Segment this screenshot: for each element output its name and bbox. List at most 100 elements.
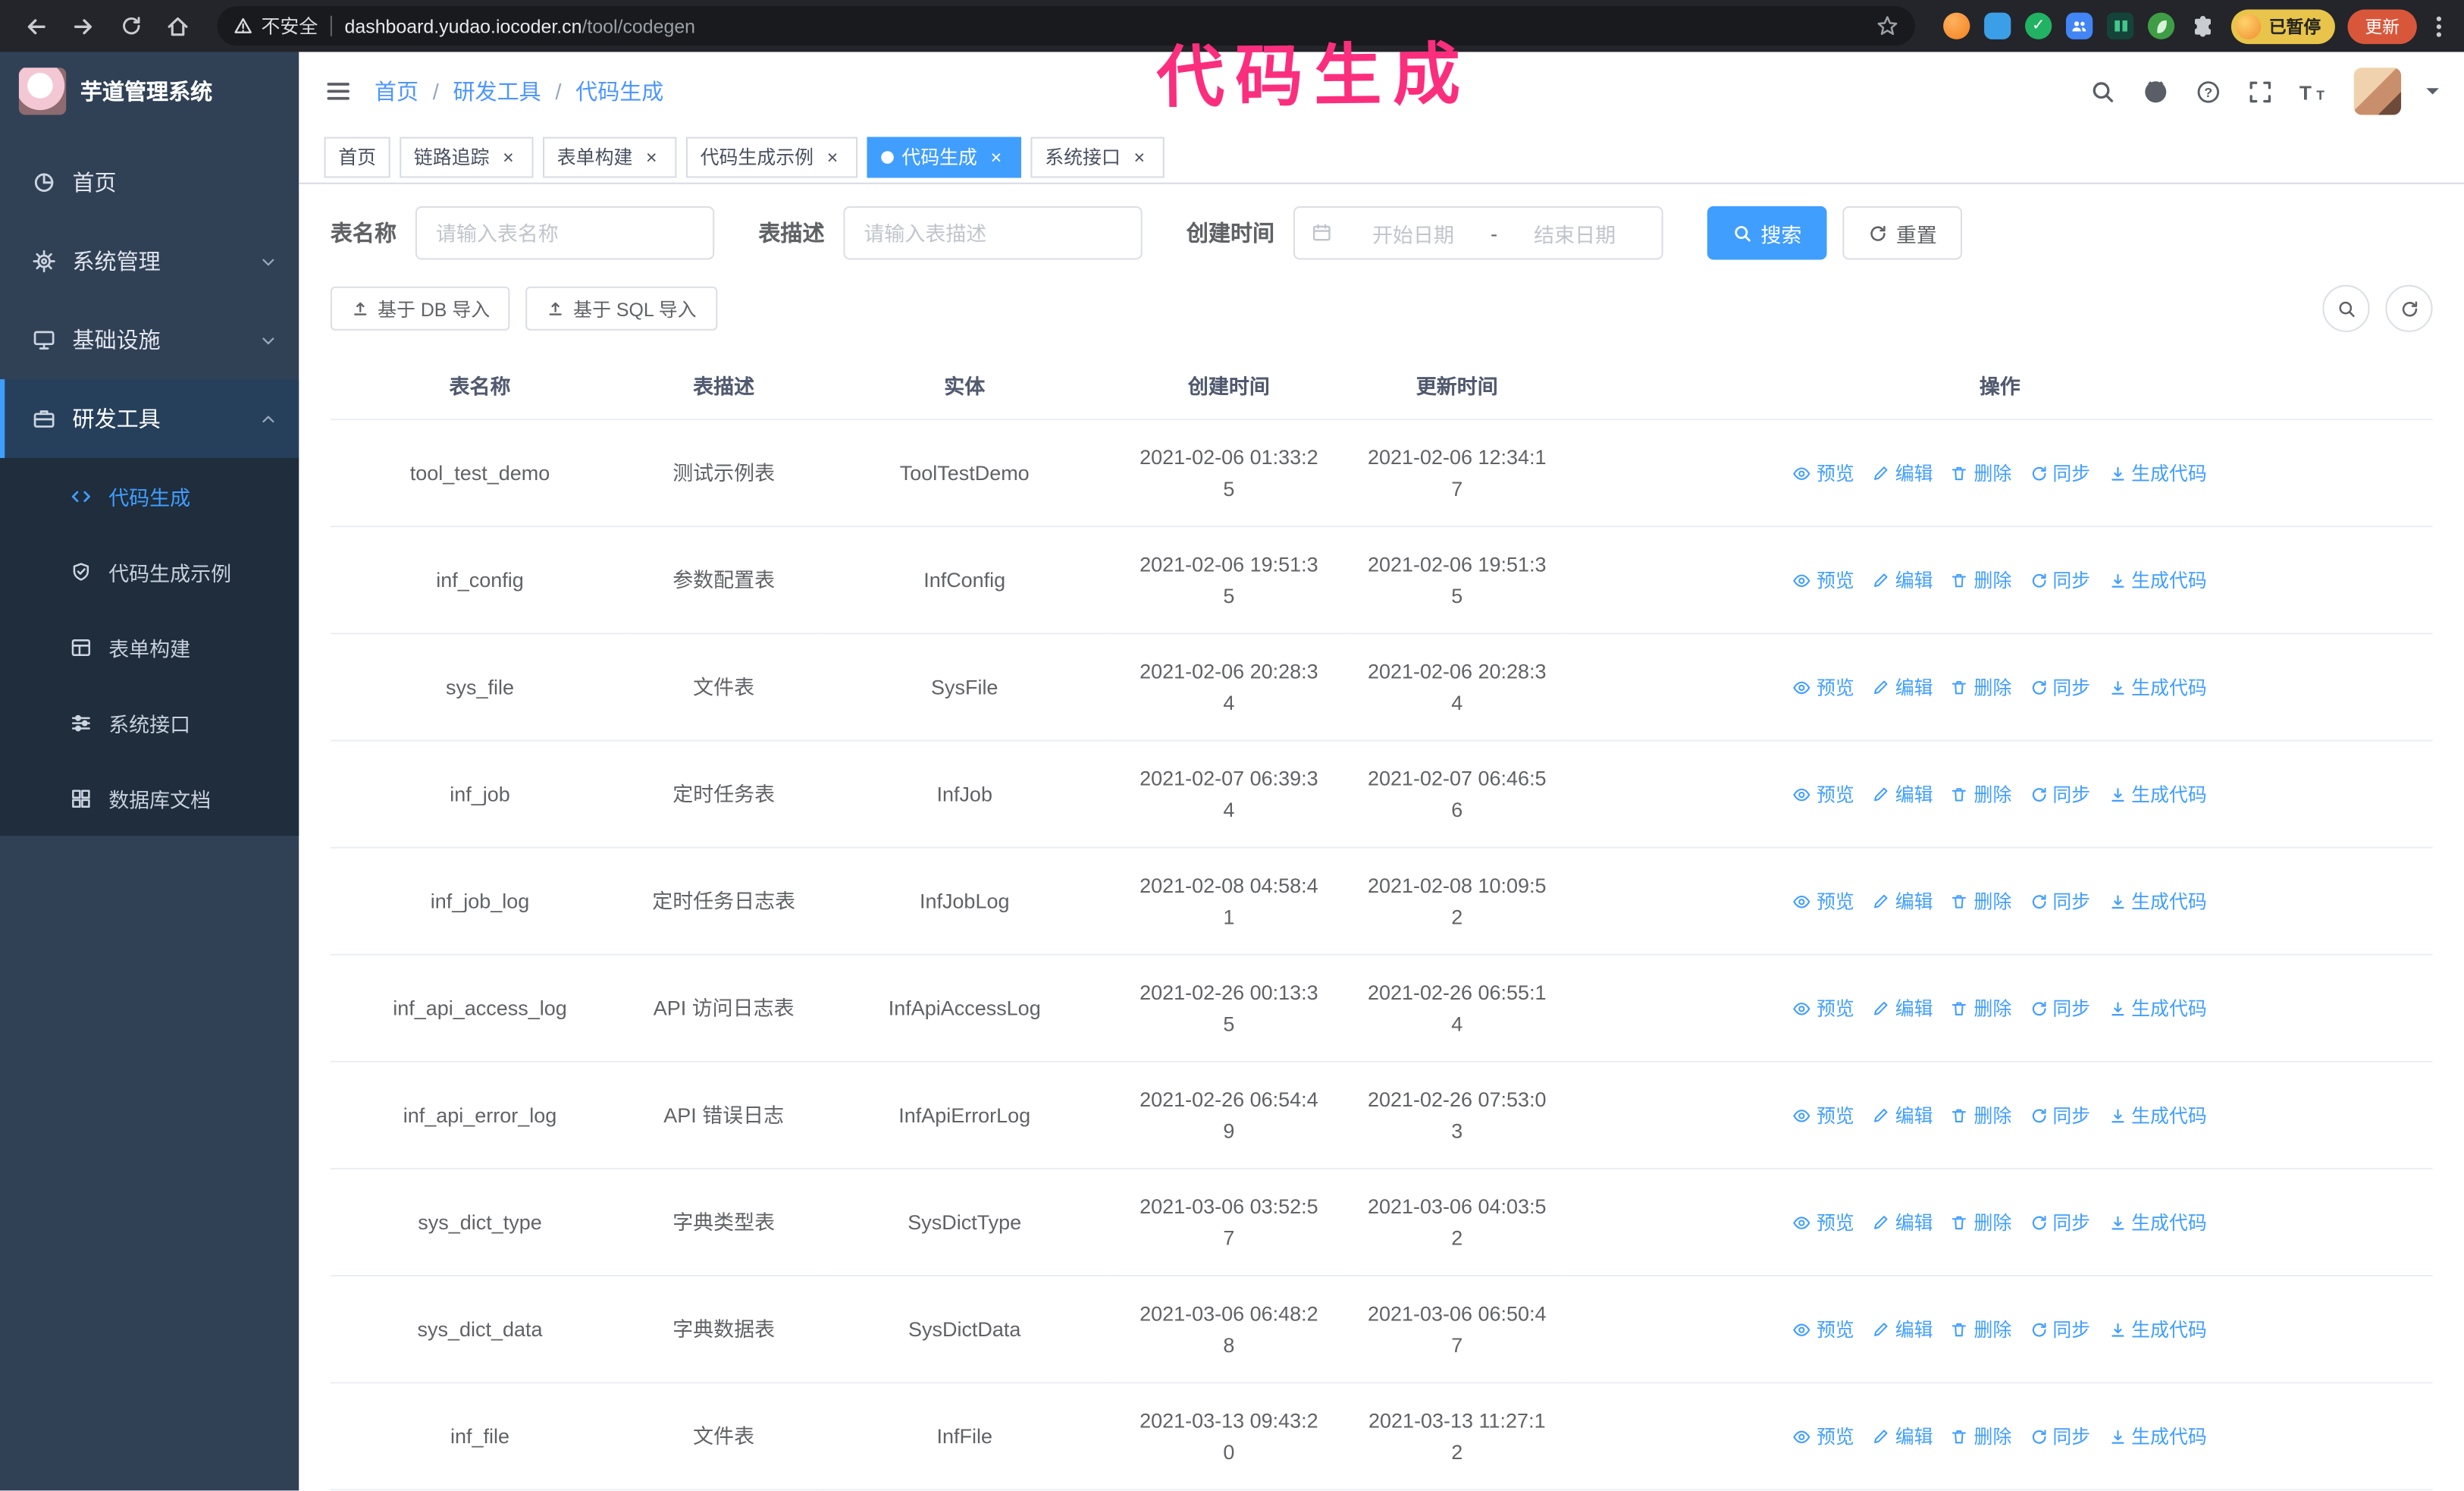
tab-close-icon[interactable]: × [497, 146, 519, 168]
tab-system-api[interactable]: 系统接口 × [1030, 136, 1165, 177]
edit-link[interactable]: 编辑 [1872, 1208, 1933, 1236]
generate-code-link[interactable]: 生成代码 [2108, 459, 2207, 487]
preview-link[interactable]: 预览 [1793, 673, 1854, 701]
generate-code-link[interactable]: 生成代码 [2108, 1101, 2207, 1129]
sync-link[interactable]: 同步 [2029, 1422, 2090, 1450]
sync-link[interactable]: 同步 [2029, 566, 2090, 594]
sync-link[interactable]: 同步 [2029, 673, 2090, 701]
breadcrumb-devtools[interactable]: 研发工具 [453, 76, 541, 108]
preview-link[interactable]: 预览 [1793, 1422, 1854, 1450]
delete-link[interactable]: 删除 [1950, 780, 2011, 808]
sidebar-item-system[interactable]: 系统管理 [0, 222, 299, 301]
preview-link[interactable]: 预览 [1793, 566, 1854, 594]
github-icon[interactable] [2142, 77, 2170, 105]
help-icon[interactable]: ? [2195, 78, 2221, 105]
generate-code-link[interactable]: 生成代码 [2108, 1422, 2207, 1450]
preview-link[interactable]: 预览 [1793, 994, 1854, 1022]
browser-menu-icon[interactable] [2429, 14, 2448, 39]
delete-link[interactable]: 删除 [1950, 459, 2011, 487]
address-bar[interactable]: 不安全 dashboard.yudao.iocoder.cn/tool/code… [217, 6, 1915, 46]
sync-link[interactable]: 同步 [2029, 1101, 2090, 1129]
tab-close-icon[interactable]: × [641, 146, 663, 168]
generate-code-link[interactable]: 生成代码 [2108, 566, 2207, 594]
preview-link[interactable]: 预览 [1793, 887, 1854, 915]
sync-link[interactable]: 同步 [2029, 780, 2090, 808]
tab-codegen-example[interactable]: 代码生成示例 × [685, 136, 858, 177]
import-db-button[interactable]: 基于 DB 导入 [330, 286, 511, 331]
edit-link[interactable]: 编辑 [1872, 994, 1933, 1022]
reload-icon[interactable] [110, 5, 151, 46]
back-icon[interactable] [16, 5, 57, 46]
edit-link[interactable]: 编辑 [1872, 673, 1933, 701]
table-name-input[interactable] [415, 206, 715, 260]
delete-link[interactable]: 删除 [1950, 566, 2011, 594]
delete-link[interactable]: 删除 [1950, 1208, 2011, 1236]
delete-link[interactable]: 删除 [1950, 887, 2011, 915]
reset-button[interactable]: 重置 [1842, 206, 1963, 260]
tab-close-icon[interactable]: × [1128, 146, 1150, 168]
avatar-caret-icon[interactable] [2426, 88, 2439, 101]
bookmark-star-icon[interactable] [1876, 14, 1899, 38]
home-icon[interactable] [158, 5, 199, 46]
toggle-search-button[interactable] [2322, 284, 2370, 332]
extension-icon-5[interactable] [2106, 12, 2134, 39]
delete-link[interactable]: 删除 [1950, 1101, 2011, 1129]
edit-link[interactable]: 编辑 [1872, 1101, 1933, 1129]
sidebar-item-codegen-example[interactable]: 代码生成示例 [0, 534, 299, 610]
generate-code-link[interactable]: 生成代码 [2108, 1208, 2207, 1236]
forward-icon[interactable] [63, 5, 104, 46]
delete-link[interactable]: 删除 [1950, 994, 2011, 1022]
user-avatar[interactable] [2353, 67, 2402, 115]
delete-link[interactable]: 删除 [1950, 1422, 2011, 1450]
tab-close-icon[interactable]: × [821, 146, 843, 168]
delete-link[interactable]: 删除 [1950, 1315, 2011, 1343]
edit-link[interactable]: 编辑 [1872, 1315, 1933, 1343]
sync-link[interactable]: 同步 [2029, 994, 2090, 1022]
preview-link[interactable]: 预览 [1793, 459, 1854, 487]
extension-icon-3[interactable]: ✓ [2025, 12, 2052, 39]
table-desc-input[interactable] [843, 206, 1143, 260]
app-logo-row[interactable]: 芋道管理系统 [0, 52, 299, 130]
sync-link[interactable]: 同步 [2029, 1208, 2090, 1236]
tab-trace[interactable]: 链路追踪 × [400, 136, 534, 177]
edit-link[interactable]: 编辑 [1872, 1422, 1933, 1450]
generate-code-link[interactable]: 生成代码 [2108, 1315, 2207, 1343]
preview-link[interactable]: 预览 [1793, 1101, 1854, 1129]
breadcrumb-home[interactable]: 首页 [375, 76, 419, 108]
extension-icon-1[interactable] [1943, 12, 1970, 39]
profile-badge[interactable]: 已暂停 [2230, 8, 2335, 44]
edit-link[interactable]: 编辑 [1872, 459, 1933, 487]
sidebar-item-db-docs[interactable]: 数据库文档 [0, 760, 299, 836]
sidebar-item-infra[interactable]: 基础设施 [0, 300, 299, 379]
sidebar-item-devtools[interactable]: 研发工具 [0, 379, 299, 458]
fullscreen-icon[interactable] [2247, 78, 2274, 105]
security-chip[interactable]: 不安全 [233, 13, 318, 39]
generate-code-link[interactable]: 生成代码 [2108, 780, 2207, 808]
tab-codegen[interactable]: 代码生成 × [867, 136, 1022, 177]
edit-link[interactable]: 编辑 [1872, 887, 1933, 915]
import-sql-button[interactable]: 基于 SQL 导入 [525, 286, 717, 331]
tab-close-icon[interactable]: × [985, 146, 1007, 168]
sidebar-item-home[interactable]: 首页 [0, 143, 299, 222]
extension-icon-people[interactable] [2066, 12, 2093, 39]
sync-link[interactable]: 同步 [2029, 459, 2090, 487]
generate-code-link[interactable]: 生成代码 [2108, 673, 2207, 701]
preview-link[interactable]: 预览 [1793, 1208, 1854, 1236]
extension-icon-6[interactable] [2147, 12, 2175, 39]
extension-icon-2[interactable] [1984, 12, 2011, 39]
search-icon[interactable] [2089, 78, 2116, 105]
font-size-icon[interactable]: TT [2299, 78, 2328, 105]
generate-code-link[interactable]: 生成代码 [2108, 994, 2207, 1022]
date-range-picker[interactable]: 开始日期 - 结束日期 [1293, 206, 1663, 260]
delete-link[interactable]: 删除 [1950, 673, 2011, 701]
menu-fold-icon[interactable] [324, 77, 353, 105]
sidebar-item-codegen[interactable]: 代码生成 [0, 458, 299, 534]
refresh-table-button[interactable] [2385, 284, 2433, 332]
preview-link[interactable]: 预览 [1793, 1315, 1854, 1343]
tab-home[interactable]: 首页 [324, 136, 390, 177]
browser-update-button[interactable]: 更新 [2347, 8, 2417, 44]
sync-link[interactable]: 同步 [2029, 1315, 2090, 1343]
sync-link[interactable]: 同步 [2029, 887, 2090, 915]
sidebar-item-form-builder[interactable]: 表单构建 [0, 609, 299, 685]
search-button[interactable]: 搜索 [1707, 206, 1827, 260]
